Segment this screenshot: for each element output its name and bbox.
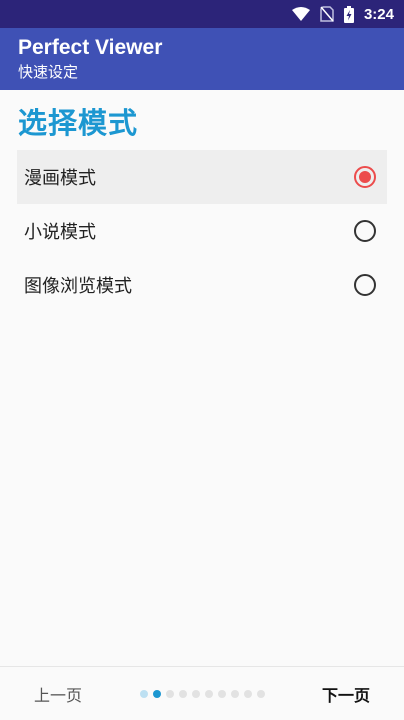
mode-option-list: 漫画模式 小说模式 图像浏览模式: [17, 150, 387, 312]
section-title: 选择模式: [18, 106, 139, 140]
page-indicator: [139, 689, 265, 698]
battery-charging-icon: [343, 5, 354, 23]
screen: 3:24 Perfect Viewer 快速设定 选择模式 漫画模式 小说模式 …: [0, 0, 404, 720]
option-label: 小说模式: [24, 222, 96, 243]
bottom-nav-bar: 上一页 下一页: [0, 666, 404, 720]
no-sim-icon: [320, 6, 334, 22]
app-title: Perfect Viewer: [18, 36, 163, 59]
page-dot: [152, 689, 161, 698]
app-subtitle: 快速设定: [18, 63, 79, 81]
page-dot: [230, 689, 239, 698]
page-dot: [217, 689, 226, 698]
page-dot: [178, 689, 187, 698]
page-dot: [191, 689, 200, 698]
page-dot: [243, 689, 252, 698]
status-icons: 3:24: [291, 5, 394, 23]
option-comic-mode[interactable]: 漫画模式: [17, 150, 387, 204]
option-novel-mode[interactable]: 小说模式: [17, 204, 387, 258]
page-dot: [204, 689, 213, 698]
option-radio[interactable]: [354, 274, 376, 296]
status-bar: 3:24: [0, 0, 404, 28]
option-label: 图像浏览模式: [24, 276, 132, 297]
page-dot: [139, 689, 148, 698]
next-page-button[interactable]: 下一页: [322, 682, 370, 706]
page-dot: [256, 689, 265, 698]
page-dot: [165, 689, 174, 698]
option-radio[interactable]: [354, 220, 376, 242]
option-image-browse-mode[interactable]: 图像浏览模式: [17, 258, 387, 312]
option-radio[interactable]: [354, 166, 376, 188]
wifi-icon: [291, 7, 310, 21]
status-time: 3:24: [363, 5, 394, 23]
prev-page-button[interactable]: 上一页: [34, 682, 82, 706]
option-label: 漫画模式: [24, 168, 96, 189]
app-bar: Perfect Viewer 快速设定: [0, 28, 404, 90]
